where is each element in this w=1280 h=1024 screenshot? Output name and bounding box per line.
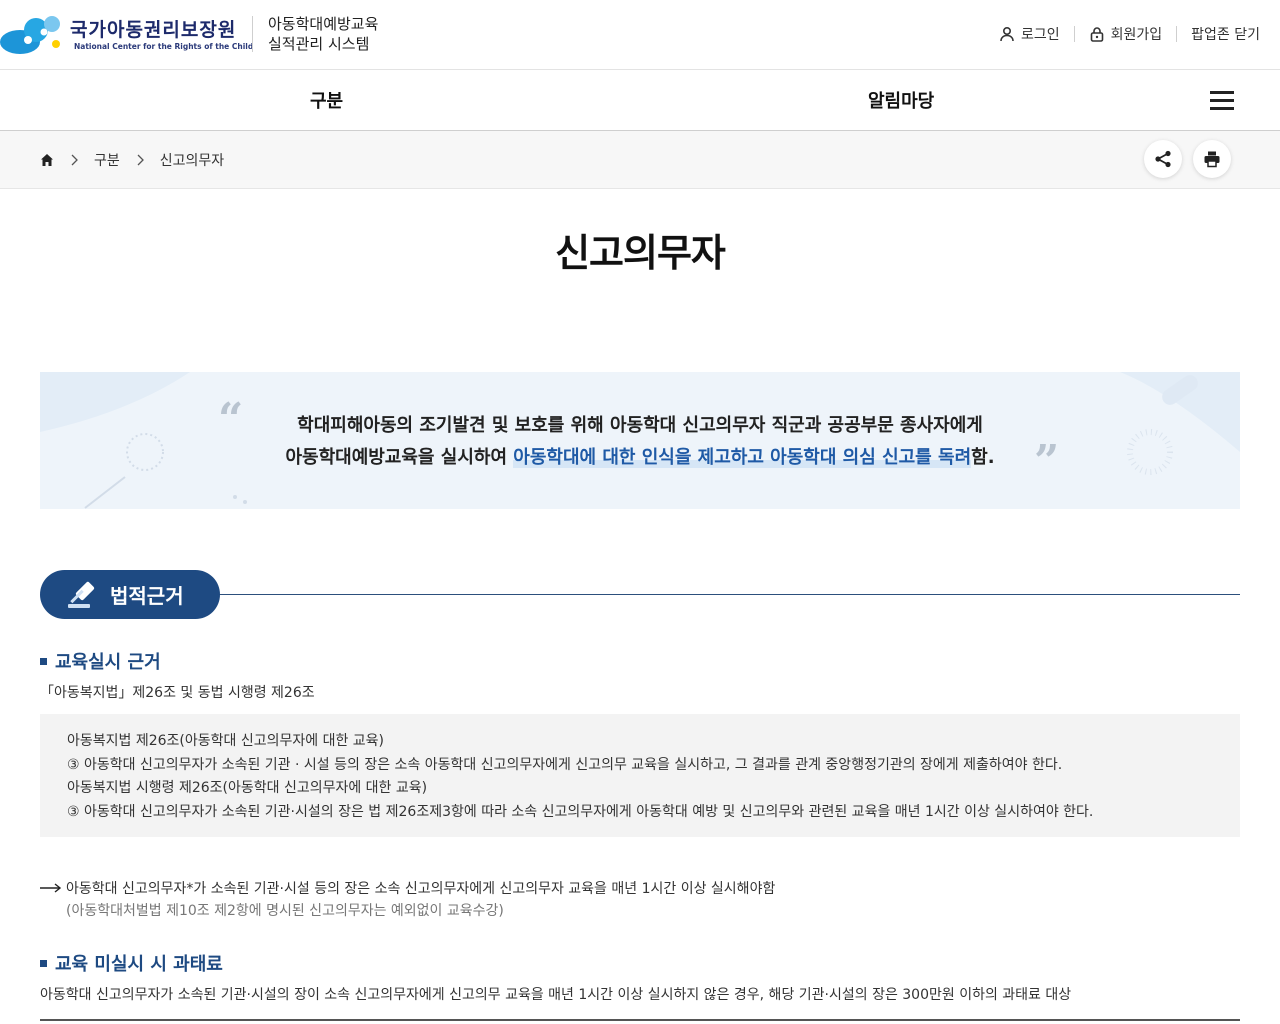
section-divider xyxy=(200,594,1240,595)
bullet-square-icon xyxy=(40,657,47,665)
popup-close-link[interactable]: 팝업존 닫기 xyxy=(1177,24,1274,44)
lock-icon xyxy=(1090,27,1103,42)
law-line: ③ 아동학대 신고의무자가 소속된 기관 · 시설 등의 장은 소속 아동학대 … xyxy=(67,756,1063,773)
subheading-education-basis: 교육실시 근거 xyxy=(40,648,161,674)
bullet-square-icon xyxy=(40,959,47,967)
logo-text-ko: 국가아동권리보장원 xyxy=(70,19,237,41)
chevron-right-icon xyxy=(137,154,144,166)
breadcrumb-bar: 구분 신고의무자 xyxy=(0,131,1280,189)
share-button[interactable] xyxy=(1144,140,1182,178)
law-text-box: 아동복지법 제26조(아동학대 신고의무자에 대한 교육) ③ 아동학대 신고의… xyxy=(40,714,1240,837)
arrow-right-icon xyxy=(40,883,62,893)
signup-label: 회원가입 xyxy=(1110,27,1163,43)
subheading-penalty-label: 교육 미실시 시 과태료 xyxy=(55,954,223,975)
banner-highlight: 아동학대에 대한 인식을 제고하고 아동학대 의심 신고를 독려 xyxy=(513,447,972,468)
printer-icon xyxy=(1204,151,1220,168)
obligation-footnote: (아동학대처벌법 제10조 제2항에 명시된 신고의무자는 예외없이 교육수강) xyxy=(66,903,504,919)
banner-line2: 아동학대예방교육을 실시하여 아동학대에 대한 인식을 제고하고 아동학대 의심… xyxy=(40,442,1240,474)
close-quote-icon: ” xyxy=(1034,436,1060,487)
utility-menu: 로그인 회원가입 팝업존 닫기 xyxy=(985,22,1274,46)
signup-link[interactable]: 회원가입 xyxy=(1075,24,1177,44)
breadcrumb: 구분 신고의무자 xyxy=(40,150,224,170)
banner-line2-suffix: 함. xyxy=(971,447,995,468)
gnb-item-notice[interactable]: 알림마당 xyxy=(868,87,934,113)
banner-line1: 학대피해아동의 조기발견 및 보호를 위해 아동학대 신고의무자 직군과 공공부… xyxy=(297,415,983,436)
home-icon[interactable] xyxy=(40,153,54,167)
breadcrumb-item-current[interactable]: 신고의무자 xyxy=(160,150,224,170)
subheading-penalty: 교육 미실시 시 과태료 xyxy=(40,950,223,976)
hamburger-icon[interactable] xyxy=(1210,89,1236,111)
law-line: 아동복지법 시행령 제26조(아동학대 신고의무자에 대한 교육) xyxy=(67,780,428,796)
obligation-note-text: 아동학대 신고의무자*가 소속된 기관·시설 등의 장은 소속 신고의무자에게 … xyxy=(66,881,776,897)
top-header: 국가아동권리보장원 National Center for the Rights… xyxy=(0,0,1280,70)
breadcrumb-item-category[interactable]: 구분 xyxy=(94,150,120,170)
system-title-line2: 실적관리 시스템 xyxy=(268,35,370,53)
penalty-text: 아동학대 신고의무자가 소속된 기관·시설의 장이 소속 신고의무자에게 신고의… xyxy=(40,987,1072,1003)
system-title: 아동학대예방교육 실적관리 시스템 xyxy=(268,14,378,54)
chevron-right-icon xyxy=(71,154,78,166)
system-title-line1: 아동학대예방교육 xyxy=(268,15,379,33)
subheading-education-basis-label: 교육실시 근거 xyxy=(55,652,161,673)
logo-mark-icon xyxy=(0,16,60,54)
login-label: 로그인 xyxy=(1020,27,1060,43)
banner-text: 학대피해아동의 조기발견 및 보호를 위해 아동학대 신고의무자 직군과 공공부… xyxy=(40,410,1240,474)
table-top-border xyxy=(40,1019,1240,1021)
main-navigation: 구분 알림마당 xyxy=(0,70,1280,131)
person-icon xyxy=(1000,26,1014,42)
law-line: ③ 아동학대 신고의무자가 소속된 기관·시설의 장은 법 제26조제3항에 따… xyxy=(67,803,1094,820)
header-divider xyxy=(252,16,253,52)
share-icon xyxy=(1155,150,1171,168)
law-line: 아동복지법 제26조(아동학대 신고의무자에 대한 교육) xyxy=(67,733,385,749)
print-button[interactable] xyxy=(1193,140,1231,178)
logo-text-en: National Center for the Rights of the Ch… xyxy=(74,42,254,51)
section-title-pill: 법적근거 xyxy=(40,570,220,619)
gavel-icon xyxy=(68,581,95,608)
banner-line2-prefix: 아동학대예방교육을 실시하여 xyxy=(285,447,514,468)
gnb-item-category[interactable]: 구분 xyxy=(310,87,343,113)
education-basis-text: 「아동복지법」제26조 및 동법 시행령 제26조 xyxy=(40,685,315,701)
intro-banner: “ 학대피해아동의 조기발견 및 보호를 위해 아동학대 신고의무자 직군과 공… xyxy=(40,372,1240,509)
section-title: 법적근거 xyxy=(110,584,184,608)
obligation-note: 아동학대 신고의무자*가 소속된 기관·시설 등의 장은 소속 신고의무자에게 … xyxy=(40,878,775,898)
site-logo[interactable]: 국가아동권리보장원 National Center for the Rights… xyxy=(0,12,253,58)
page-title: 신고의무자 xyxy=(555,231,726,275)
login-link[interactable]: 로그인 xyxy=(985,24,1074,44)
popup-close-label: 팝업존 닫기 xyxy=(1191,27,1260,43)
